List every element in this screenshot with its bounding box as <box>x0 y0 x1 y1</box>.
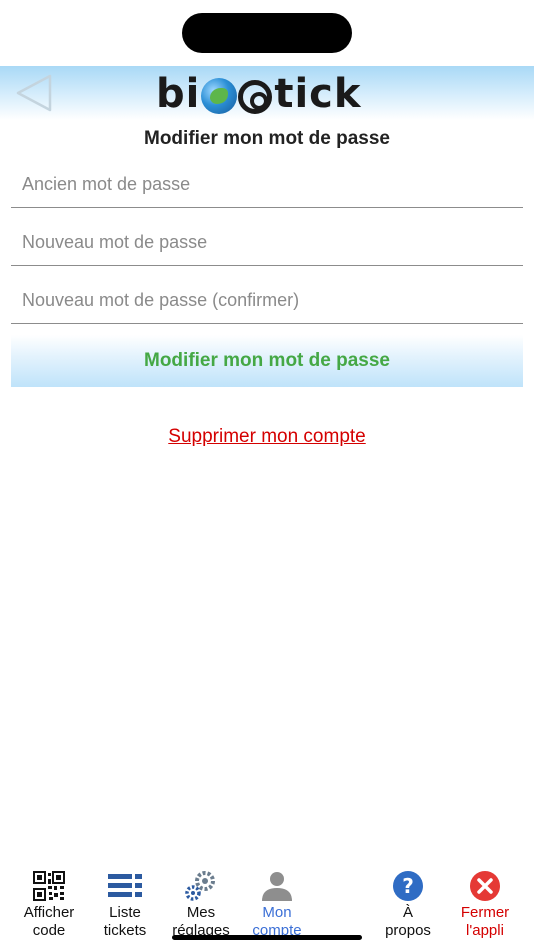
bioetick-logo: bi tick <box>156 71 362 117</box>
gears-icon <box>185 871 215 901</box>
close-icon <box>470 871 500 901</box>
old-password-field[interactable] <box>11 162 523 208</box>
new-password-field[interactable] <box>11 220 523 266</box>
device-notch <box>182 13 352 53</box>
user-icon <box>262 872 292 901</box>
tab-label: Liste tickets <box>103 904 147 939</box>
list-icon <box>108 874 142 897</box>
tab-label: Fermer l'appli <box>460 904 510 939</box>
svg-text:?: ? <box>402 874 414 898</box>
home-indicator <box>172 935 362 940</box>
tab-label: À propos <box>385 904 431 939</box>
confirm-password-field[interactable] <box>11 278 523 324</box>
delete-account-link[interactable]: Supprimer mon compte <box>0 426 534 448</box>
new-password-input[interactable] <box>11 220 523 265</box>
page-title: Modifier mon mot de passe <box>144 128 390 149</box>
tab-close-app[interactable]: Fermer l'appli <box>447 868 523 946</box>
at-sign-icon <box>238 80 273 114</box>
tab-about[interactable]: ? À propos <box>370 868 446 946</box>
help-icon: ? <box>393 871 423 901</box>
globe-icon <box>201 78 238 114</box>
old-password-input[interactable] <box>11 162 523 207</box>
change-password-button[interactable]: Modifier mon mot de passe <box>11 335 523 387</box>
tab-ticket-list[interactable]: Liste tickets <box>87 868 163 946</box>
tab-label: Afficher code <box>23 904 75 939</box>
qr-code-icon <box>33 871 65 901</box>
back-arrow-icon <box>16 74 52 112</box>
tab-show-code[interactable]: Afficher code <box>11 868 87 946</box>
confirm-password-input[interactable] <box>11 278 523 323</box>
app-header: bi tick <box>0 66 534 120</box>
back-button[interactable] <box>12 74 56 112</box>
